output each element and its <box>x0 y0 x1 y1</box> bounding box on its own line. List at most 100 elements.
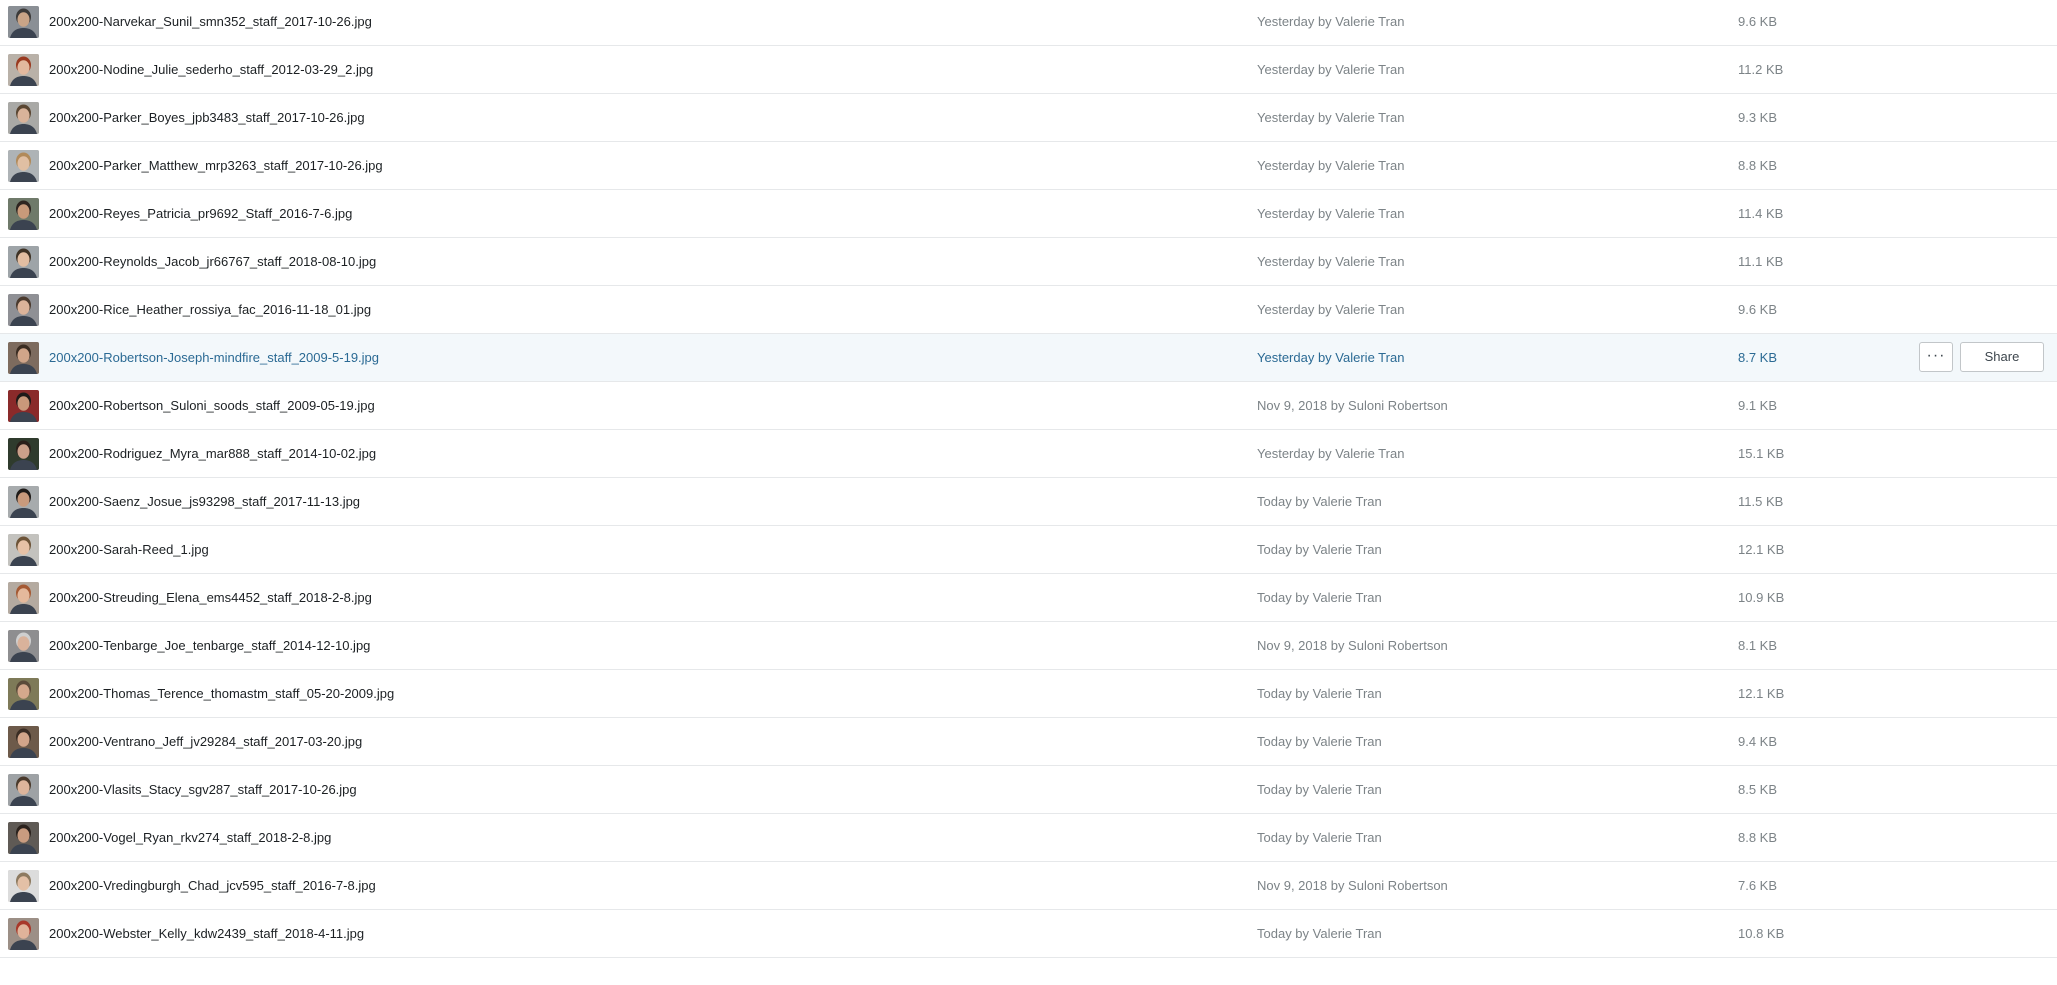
file-row[interactable]: 200x200-Ventrano_Jeff_jv29284_staff_2017… <box>0 718 2057 766</box>
file-size: 9.6 KB <box>1738 14 1778 29</box>
file-name-link[interactable]: 200x200-Parker_Boyes_jpb3483_staff_2017-… <box>49 94 365 142</box>
modified-info: Yesterday by Valerie Tran <box>1257 158 1405 173</box>
photo-thumbnail-icon[interactable] <box>8 870 39 902</box>
file-row[interactable]: 200x200-Parker_Boyes_jpb3483_staff_2017-… <box>0 94 2057 142</box>
photo-thumbnail-icon[interactable] <box>8 630 39 662</box>
file-name-link[interactable]: 200x200-Parker_Matthew_mrp3263_staff_201… <box>49 142 383 190</box>
file-size: 15.1 KB <box>1738 446 1785 461</box>
file-name-link[interactable]: 200x200-Robertson_Suloni_soods_staff_200… <box>49 382 375 430</box>
photo-thumbnail-icon[interactable] <box>8 6 39 38</box>
file-name-link[interactable]: 200x200-Rodriguez_Myra_mar888_staff_2014… <box>49 430 376 478</box>
file-size: 12.1 KB <box>1738 542 1785 557</box>
modified-info: Today by Valerie Tran <box>1257 590 1382 605</box>
more-options-button[interactable]: ··· <box>1919 342 1953 372</box>
photo-thumbnail-icon[interactable] <box>8 822 39 854</box>
file-size: 8.5 KB <box>1738 782 1778 797</box>
photo-thumbnail-icon[interactable] <box>8 774 39 806</box>
file-row[interactable]: 200x200-Streuding_Elena_ems4452_staff_20… <box>0 574 2057 622</box>
photo-thumbnail-icon[interactable] <box>8 342 39 374</box>
modified-info: Today by Valerie Tran <box>1257 734 1382 749</box>
file-size: 8.1 KB <box>1738 638 1778 653</box>
photo-thumbnail-icon[interactable] <box>8 294 39 326</box>
photo-thumbnail-icon[interactable] <box>8 390 39 422</box>
file-row[interactable]: 200x200-Rodriguez_Myra_mar888_staff_2014… <box>0 430 2057 478</box>
file-size: 9.4 KB <box>1738 734 1778 749</box>
photo-thumbnail-icon[interactable] <box>8 486 39 518</box>
file-name-link[interactable]: 200x200-Ventrano_Jeff_jv29284_staff_2017… <box>49 718 362 766</box>
modified-info: Nov 9, 2018 by Suloni Robertson <box>1257 638 1448 653</box>
file-size: 12.1 KB <box>1738 686 1785 701</box>
modified-info: Today by Valerie Tran <box>1257 542 1382 557</box>
file-name-link[interactable]: 200x200-Reyes_Patricia_pr9692_Staff_2016… <box>49 190 352 238</box>
modified-info: Yesterday by Valerie Tran <box>1257 14 1405 29</box>
file-size: 8.8 KB <box>1738 830 1778 845</box>
file-size: 10.9 KB <box>1738 590 1785 605</box>
file-name-link[interactable]: 200x200-Vogel_Ryan_rkv274_staff_2018-2-8… <box>49 814 331 862</box>
file-row[interactable]: 200x200-Vredingburgh_Chad_jcv595_staff_2… <box>0 862 2057 910</box>
file-name-link[interactable]: 200x200-Rice_Heather_rossiya_fac_2016-11… <box>49 286 371 334</box>
file-row[interactable]: 200x200-Thomas_Terence_thomastm_staff_05… <box>0 670 2057 718</box>
file-row[interactable]: 200x200-Sarah-Reed_1.jpg Today by Valeri… <box>0 526 2057 574</box>
modified-info: Yesterday by Valerie Tran <box>1257 62 1405 77</box>
file-row[interactable]: 200x200-Webster_Kelly_kdw2439_staff_2018… <box>0 910 2057 958</box>
file-name-link[interactable]: 200x200-Robertson-Joseph-mindfire_staff_… <box>49 334 379 382</box>
file-row[interactable]: 200x200-Tenbarge_Joe_tenbarge_staff_2014… <box>0 622 2057 670</box>
file-name-link[interactable]: 200x200-Narvekar_Sunil_smn352_staff_2017… <box>49 0 372 46</box>
file-name-link[interactable]: 200x200-Saenz_Josue_js93298_staff_2017-1… <box>49 478 360 526</box>
modified-info: Yesterday by Valerie Tran <box>1257 446 1405 461</box>
photo-thumbnail-icon[interactable] <box>8 678 39 710</box>
file-row[interactable]: 200x200-Rice_Heather_rossiya_fac_2016-11… <box>0 286 2057 334</box>
modified-info: Today by Valerie Tran <box>1257 830 1382 845</box>
file-name-link[interactable]: 200x200-Tenbarge_Joe_tenbarge_staff_2014… <box>49 622 370 670</box>
file-size: 11.4 KB <box>1738 206 1784 221</box>
file-name-link[interactable]: 200x200-Streuding_Elena_ems4452_staff_20… <box>49 574 372 622</box>
file-name-link[interactable]: 200x200-Vlasits_Stacy_sgv287_staff_2017-… <box>49 766 357 814</box>
modified-info: Today by Valerie Tran <box>1257 494 1382 509</box>
file-size: 8.8 KB <box>1738 158 1778 173</box>
file-name-link[interactable]: 200x200-Vredingburgh_Chad_jcv595_staff_2… <box>49 862 376 910</box>
photo-thumbnail-icon[interactable] <box>8 918 39 950</box>
ellipsis-icon: ··· <box>1926 347 1946 364</box>
file-name-link[interactable]: 200x200-Reynolds_Jacob_jr66767_staff_201… <box>49 238 376 286</box>
file-row[interactable]: 200x200-Parker_Matthew_mrp3263_staff_201… <box>0 142 2057 190</box>
file-name-link[interactable]: 200x200-Nodine_Julie_sederho_staff_2012-… <box>49 46 373 94</box>
file-size: 11.2 KB <box>1738 62 1784 77</box>
file-row[interactable]: 200x200-Reynolds_Jacob_jr66767_staff_201… <box>0 238 2057 286</box>
file-size: 11.1 KB <box>1738 254 1784 269</box>
file-row[interactable]: 200x200-Nodine_Julie_sederho_staff_2012-… <box>0 46 2057 94</box>
photo-thumbnail-icon[interactable] <box>8 150 39 182</box>
file-size: 10.8 KB <box>1738 926 1785 941</box>
file-row[interactable]: 200x200-Robertson_Suloni_soods_staff_200… <box>0 382 2057 430</box>
file-size: 7.6 KB <box>1738 878 1778 893</box>
file-row[interactable]: 200x200-Vogel_Ryan_rkv274_staff_2018-2-8… <box>0 814 2057 862</box>
file-row[interactable]: 200x200-Robertson-Joseph-mindfire_staff_… <box>0 334 2057 382</box>
file-row[interactable]: 200x200-Vlasits_Stacy_sgv287_staff_2017-… <box>0 766 2057 814</box>
modified-info: Nov 9, 2018 by Suloni Robertson <box>1257 398 1448 413</box>
photo-thumbnail-icon[interactable] <box>8 534 39 566</box>
modified-info: Nov 9, 2018 by Suloni Robertson <box>1257 878 1448 893</box>
photo-thumbnail-icon[interactable] <box>8 102 39 134</box>
file-row[interactable]: 200x200-Narvekar_Sunil_smn352_staff_2017… <box>0 0 2057 46</box>
photo-thumbnail-icon[interactable] <box>8 246 39 278</box>
modified-info: Yesterday by Valerie Tran <box>1257 254 1405 269</box>
file-size: 9.3 KB <box>1738 110 1778 125</box>
file-name-link[interactable]: 200x200-Webster_Kelly_kdw2439_staff_2018… <box>49 910 364 958</box>
file-list: 200x200-Narvekar_Sunil_smn352_staff_2017… <box>0 0 2057 958</box>
modified-info: Yesterday by Valerie Tran <box>1257 110 1405 125</box>
modified-info: Today by Valerie Tran <box>1257 926 1382 941</box>
modified-info: Yesterday by Valerie Tran <box>1257 206 1405 221</box>
file-size: 9.6 KB <box>1738 302 1778 317</box>
photo-thumbnail-icon[interactable] <box>8 54 39 86</box>
file-size: 9.1 KB <box>1738 398 1778 413</box>
modified-info: Yesterday by Valerie Tran <box>1257 302 1405 317</box>
photo-thumbnail-icon[interactable] <box>8 438 39 470</box>
file-row[interactable]: 200x200-Reyes_Patricia_pr9692_Staff_2016… <box>0 190 2057 238</box>
photo-thumbnail-icon[interactable] <box>8 198 39 230</box>
file-row[interactable]: 200x200-Saenz_Josue_js93298_staff_2017-1… <box>0 478 2057 526</box>
share-button[interactable]: Share <box>1960 342 2044 372</box>
file-name-link[interactable]: 200x200-Thomas_Terence_thomastm_staff_05… <box>49 670 394 718</box>
photo-thumbnail-icon[interactable] <box>8 726 39 758</box>
photo-thumbnail-icon[interactable] <box>8 582 39 614</box>
file-name-link[interactable]: 200x200-Sarah-Reed_1.jpg <box>49 526 209 574</box>
modified-info: Today by Valerie Tran <box>1257 686 1382 701</box>
